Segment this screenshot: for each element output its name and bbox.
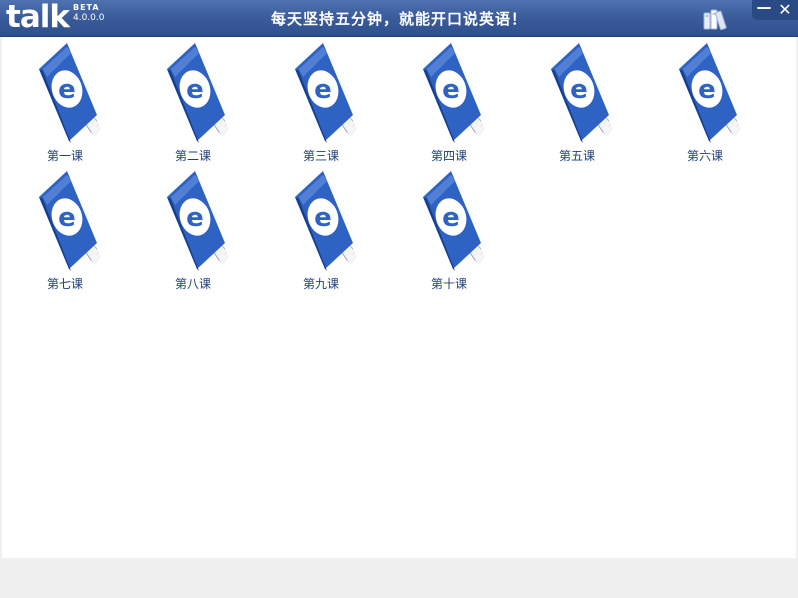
slogan-title: 每天坚持五分钟，就能开口说英语！ bbox=[270, 10, 527, 28]
svg-text:e: e bbox=[442, 203, 460, 233]
svg-text:e: e bbox=[698, 75, 716, 105]
svg-text:e: e bbox=[58, 203, 76, 233]
lesson-label: 第七课 bbox=[46, 277, 83, 291]
svg-text:e: e bbox=[186, 75, 204, 105]
lesson-item[interactable]: e 第九课 bbox=[271, 167, 371, 292]
lesson-label: 第十课 bbox=[430, 277, 467, 291]
svg-text:e: e bbox=[570, 75, 588, 105]
app-window: talk BETA 4.0.0.0 每天坚持五分钟，就能开口说英语！ — ✕ e… bbox=[0, 0, 798, 598]
lesson-item[interactable]: e 第五课 bbox=[527, 39, 627, 164]
window-controls: — ✕ bbox=[752, 0, 798, 20]
lesson-label: 第六课 bbox=[686, 149, 723, 163]
title-bar[interactable]: talk BETA 4.0.0.0 每天坚持五分钟，就能开口说英语！ — ✕ bbox=[0, 0, 798, 37]
lesson-label: 第一课 bbox=[46, 149, 83, 163]
svg-text:e: e bbox=[58, 75, 76, 105]
lesson-grid: e 第一课 e 第二课 e 第三课 e 第四课 e 第五课 e 第六课 e 第七课 e 第八课 e 第九课 e 第十课 bbox=[2, 37, 796, 558]
lesson-label: 第九课 bbox=[302, 277, 339, 291]
lesson-item[interactable]: e 第七课 bbox=[15, 167, 115, 292]
books-icon[interactable] bbox=[702, 7, 728, 31]
svg-text:e: e bbox=[186, 203, 204, 233]
lesson-label: 第五课 bbox=[558, 149, 595, 163]
lesson-item[interactable]: e 第三课 bbox=[271, 39, 371, 164]
lesson-label: 第八课 bbox=[174, 277, 211, 291]
lesson-item[interactable]: e 第一课 bbox=[15, 39, 115, 164]
svg-text:e: e bbox=[442, 75, 460, 105]
lesson-item[interactable]: e 第六课 bbox=[655, 39, 755, 164]
lesson-item[interactable]: e 第四课 bbox=[399, 39, 499, 164]
svg-text:e: e bbox=[314, 203, 332, 233]
lesson-item[interactable]: e 第八课 bbox=[143, 167, 243, 292]
lesson-label: 第四课 bbox=[430, 149, 467, 163]
lesson-item[interactable]: e 第二课 bbox=[143, 39, 243, 164]
lesson-item[interactable]: e 第十课 bbox=[399, 167, 499, 292]
svg-text:e: e bbox=[314, 75, 332, 105]
close-button[interactable]: ✕ bbox=[775, 0, 795, 20]
lesson-label: 第三课 bbox=[302, 149, 339, 163]
lesson-label: 第二课 bbox=[174, 149, 211, 163]
minimize-button[interactable]: — bbox=[754, 0, 774, 20]
